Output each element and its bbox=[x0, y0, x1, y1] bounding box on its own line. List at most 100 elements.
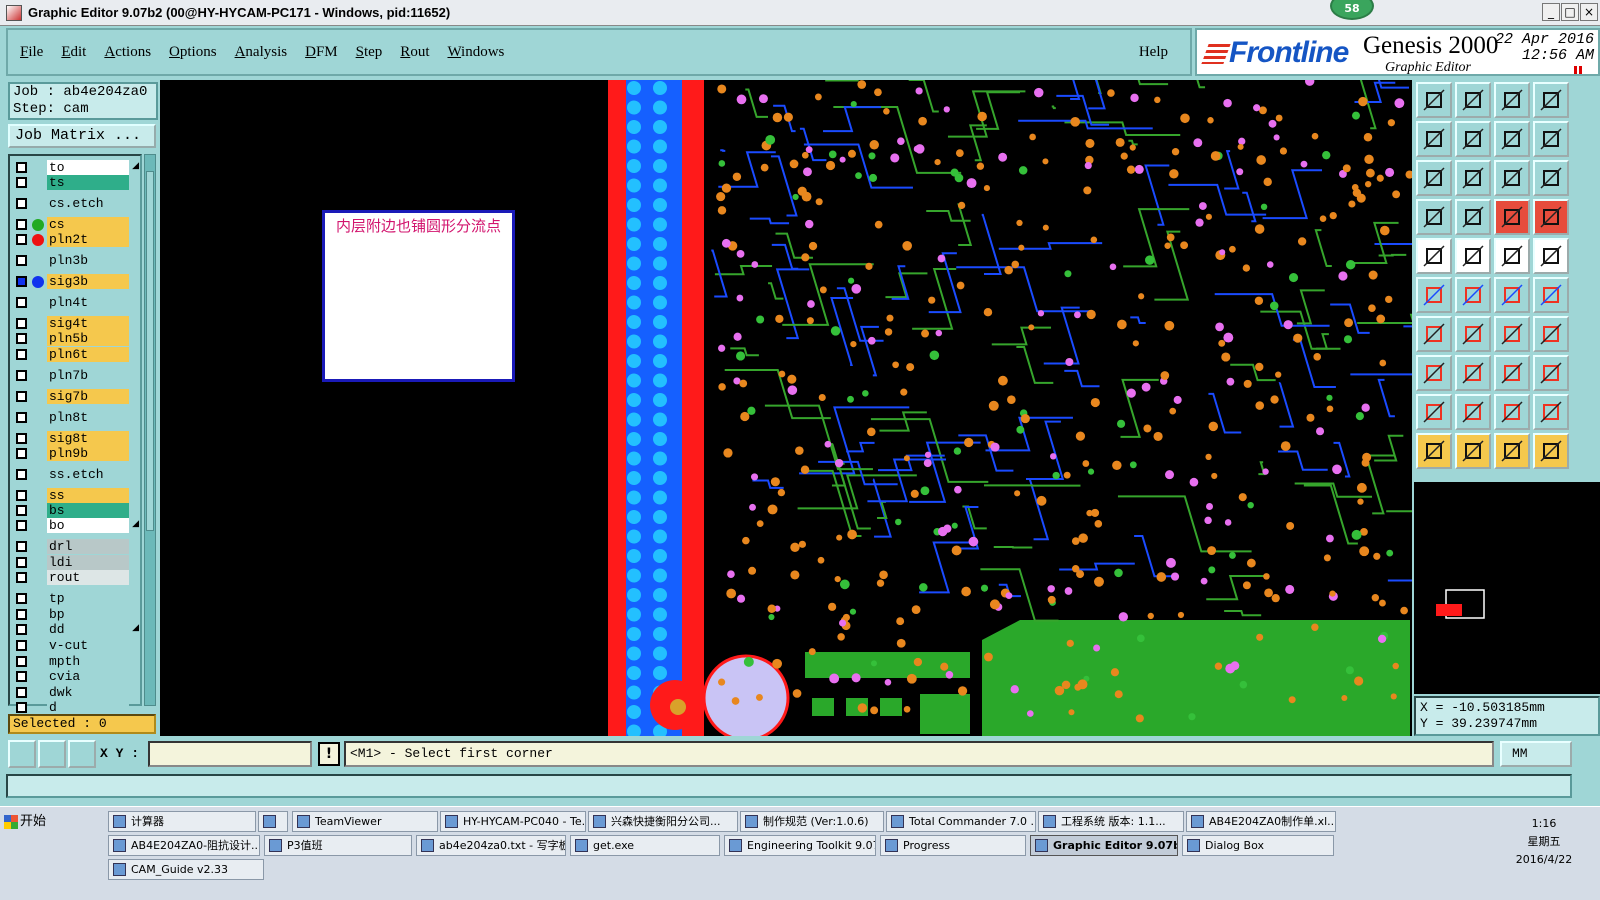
window-icon[interactable] bbox=[1533, 82, 1569, 118]
layer-checkbox[interactable] bbox=[16, 177, 27, 188]
taskbar-item[interactable]: TeamViewer bbox=[292, 811, 438, 832]
layer-checkbox[interactable] bbox=[16, 162, 27, 173]
arrow-tool-icon[interactable] bbox=[1533, 277, 1569, 313]
layer-row-sig8t[interactable]: sig8t bbox=[14, 431, 140, 446]
menu-rout[interactable]: Rout bbox=[400, 44, 429, 61]
scrollbar-thumb[interactable] bbox=[146, 171, 154, 531]
layer-checkbox[interactable] bbox=[16, 609, 27, 620]
layer-name[interactable]: pln8t bbox=[47, 410, 129, 425]
layer-row-v-cut[interactable]: v-cut bbox=[14, 638, 140, 653]
menu-help[interactable]: Help bbox=[1139, 44, 1168, 61]
layer-row-cs.etch[interactable]: cs.etch bbox=[14, 196, 140, 211]
triangle-a-icon[interactable] bbox=[1494, 394, 1530, 430]
layer-row-pln9b[interactable]: pln9b bbox=[14, 446, 140, 461]
menu-analysis[interactable]: Analysis bbox=[235, 44, 288, 61]
layer-row-rout[interactable]: rout bbox=[14, 570, 140, 585]
select-arrow-icon[interactable] bbox=[1416, 433, 1452, 469]
layer-row-pln5b[interactable]: pln5b bbox=[14, 331, 140, 346]
measure-icon[interactable] bbox=[38, 740, 66, 768]
layer-row-bp[interactable]: bp bbox=[14, 607, 140, 622]
frame-icon[interactable] bbox=[1533, 316, 1569, 352]
redraw-icon[interactable] bbox=[1533, 121, 1569, 157]
select-multi-icon[interactable] bbox=[1533, 433, 1569, 469]
menu-options[interactable]: Options bbox=[169, 44, 217, 61]
start-button[interactable]: 开始 bbox=[2, 811, 56, 833]
slash-icon[interactable] bbox=[1455, 316, 1491, 352]
layer-checkbox[interactable] bbox=[16, 255, 27, 266]
layer-row-to[interactable]: to ◢ bbox=[14, 160, 140, 175]
taskbar-item[interactable]: CAM_Guide v2.33 bbox=[108, 859, 264, 880]
dash-icon[interactable] bbox=[1455, 355, 1491, 391]
layer-checkbox[interactable] bbox=[16, 433, 27, 444]
layer-alt-icon[interactable] bbox=[1533, 199, 1569, 235]
layer-scrollbar[interactable] bbox=[144, 154, 156, 706]
layer-checkbox[interactable] bbox=[16, 490, 27, 501]
layer-row-pln2t[interactable]: pln2t bbox=[14, 232, 140, 247]
layer-checkbox[interactable] bbox=[16, 505, 27, 516]
layer-checkbox[interactable] bbox=[16, 640, 27, 651]
taskbar-item[interactable]: AB4E204ZA0-阻抗设计... bbox=[108, 835, 260, 856]
layer-name[interactable]: bp bbox=[47, 607, 129, 622]
job-matrix-button[interactable]: Job Matrix ... bbox=[8, 124, 156, 148]
pause-icon[interactable] bbox=[1574, 66, 1582, 74]
taskbar-item[interactable]: Dialog Box bbox=[1182, 835, 1334, 856]
layer-checkbox[interactable] bbox=[16, 318, 27, 329]
taskbar-item[interactable]: ab4e204za0.txt - 写字板 bbox=[416, 835, 566, 856]
layer-checkbox[interactable] bbox=[16, 349, 27, 360]
layer-checkbox[interactable] bbox=[16, 656, 27, 667]
layer-checkbox[interactable] bbox=[16, 391, 27, 402]
layer-checkbox[interactable] bbox=[16, 557, 27, 568]
taskbar-item[interactable] bbox=[258, 811, 288, 832]
layer-name[interactable]: rout bbox=[47, 570, 129, 585]
layer-checkbox[interactable] bbox=[16, 624, 27, 635]
layer-name[interactable]: sig3b bbox=[47, 274, 129, 289]
pan-right-icon[interactable] bbox=[1455, 121, 1491, 157]
layer-checkbox[interactable] bbox=[16, 520, 27, 531]
layer-checkbox[interactable] bbox=[16, 276, 27, 287]
zoom-fit-icon[interactable] bbox=[1416, 160, 1452, 196]
cross-icon[interactable] bbox=[1455, 277, 1491, 313]
layer-row-bs[interactable]: bs bbox=[14, 503, 140, 518]
layer-red-icon[interactable] bbox=[1494, 199, 1530, 235]
layer-name[interactable]: pln2t bbox=[47, 232, 129, 247]
layer-checkbox[interactable] bbox=[16, 469, 27, 480]
layer-checkbox[interactable] bbox=[16, 702, 27, 713]
grid-icon[interactable] bbox=[68, 740, 96, 768]
layer-row-dd[interactable]: dd ◢ bbox=[14, 622, 140, 637]
select-area-icon[interactable] bbox=[1494, 433, 1530, 469]
snap-icon[interactable] bbox=[8, 740, 36, 768]
layer-row-ts[interactable]: ts bbox=[14, 175, 140, 190]
line-tool-icon[interactable] bbox=[1494, 277, 1530, 313]
taskbar-item[interactable]: 兴森快捷衡阳分公司... bbox=[588, 811, 738, 832]
layer-checkbox[interactable] bbox=[16, 198, 27, 209]
taskbar-item[interactable]: Engineering Toolkit 9.07... bbox=[724, 835, 876, 856]
select-box-icon[interactable] bbox=[1455, 433, 1491, 469]
layer-name[interactable]: tp bbox=[47, 591, 129, 606]
taskbar-item[interactable]: Graphic Editor 9.07b... bbox=[1030, 835, 1178, 856]
copy-icon[interactable] bbox=[1533, 355, 1569, 391]
layer-name[interactable]: pln6t bbox=[47, 347, 129, 362]
triangle-b-icon[interactable] bbox=[1533, 394, 1569, 430]
layer-checkbox[interactable] bbox=[16, 541, 27, 552]
layer-row-sig4t[interactable]: sig4t bbox=[14, 316, 140, 331]
units-selector[interactable]: MM bbox=[1500, 741, 1572, 767]
layer-row-sig3b[interactable]: sig3b bbox=[14, 274, 140, 289]
layer-row-bo[interactable]: bo ◢ bbox=[14, 518, 140, 533]
layer-name[interactable]: ss.etch bbox=[47, 467, 129, 482]
system-clock[interactable]: 1:16 星期五 2016/4/22 bbox=[1504, 815, 1584, 869]
menu-dfm[interactable]: DFM bbox=[305, 44, 338, 61]
pan-left-icon[interactable] bbox=[1416, 121, 1452, 157]
layer-name[interactable]: bs bbox=[47, 503, 129, 518]
taskbar-item[interactable]: get.exe bbox=[570, 835, 720, 856]
warning-button[interactable]: ! bbox=[318, 742, 340, 766]
layer-row-cs[interactable]: cs bbox=[14, 217, 140, 232]
layer-row-ss.etch[interactable]: ss.etch bbox=[14, 467, 140, 482]
taskbar-item[interactable]: Progress bbox=[880, 835, 1026, 856]
layer-name[interactable]: d bbox=[47, 700, 129, 715]
layer-checkbox[interactable] bbox=[16, 572, 27, 583]
menu-step[interactable]: Step bbox=[356, 44, 383, 61]
taskbar-item[interactable]: Total Commander 7.0 ... bbox=[886, 811, 1036, 832]
layer-checkbox[interactable] bbox=[16, 687, 27, 698]
layer-name[interactable]: pln3b bbox=[47, 253, 129, 268]
layer-row-d[interactable]: d bbox=[14, 700, 140, 715]
